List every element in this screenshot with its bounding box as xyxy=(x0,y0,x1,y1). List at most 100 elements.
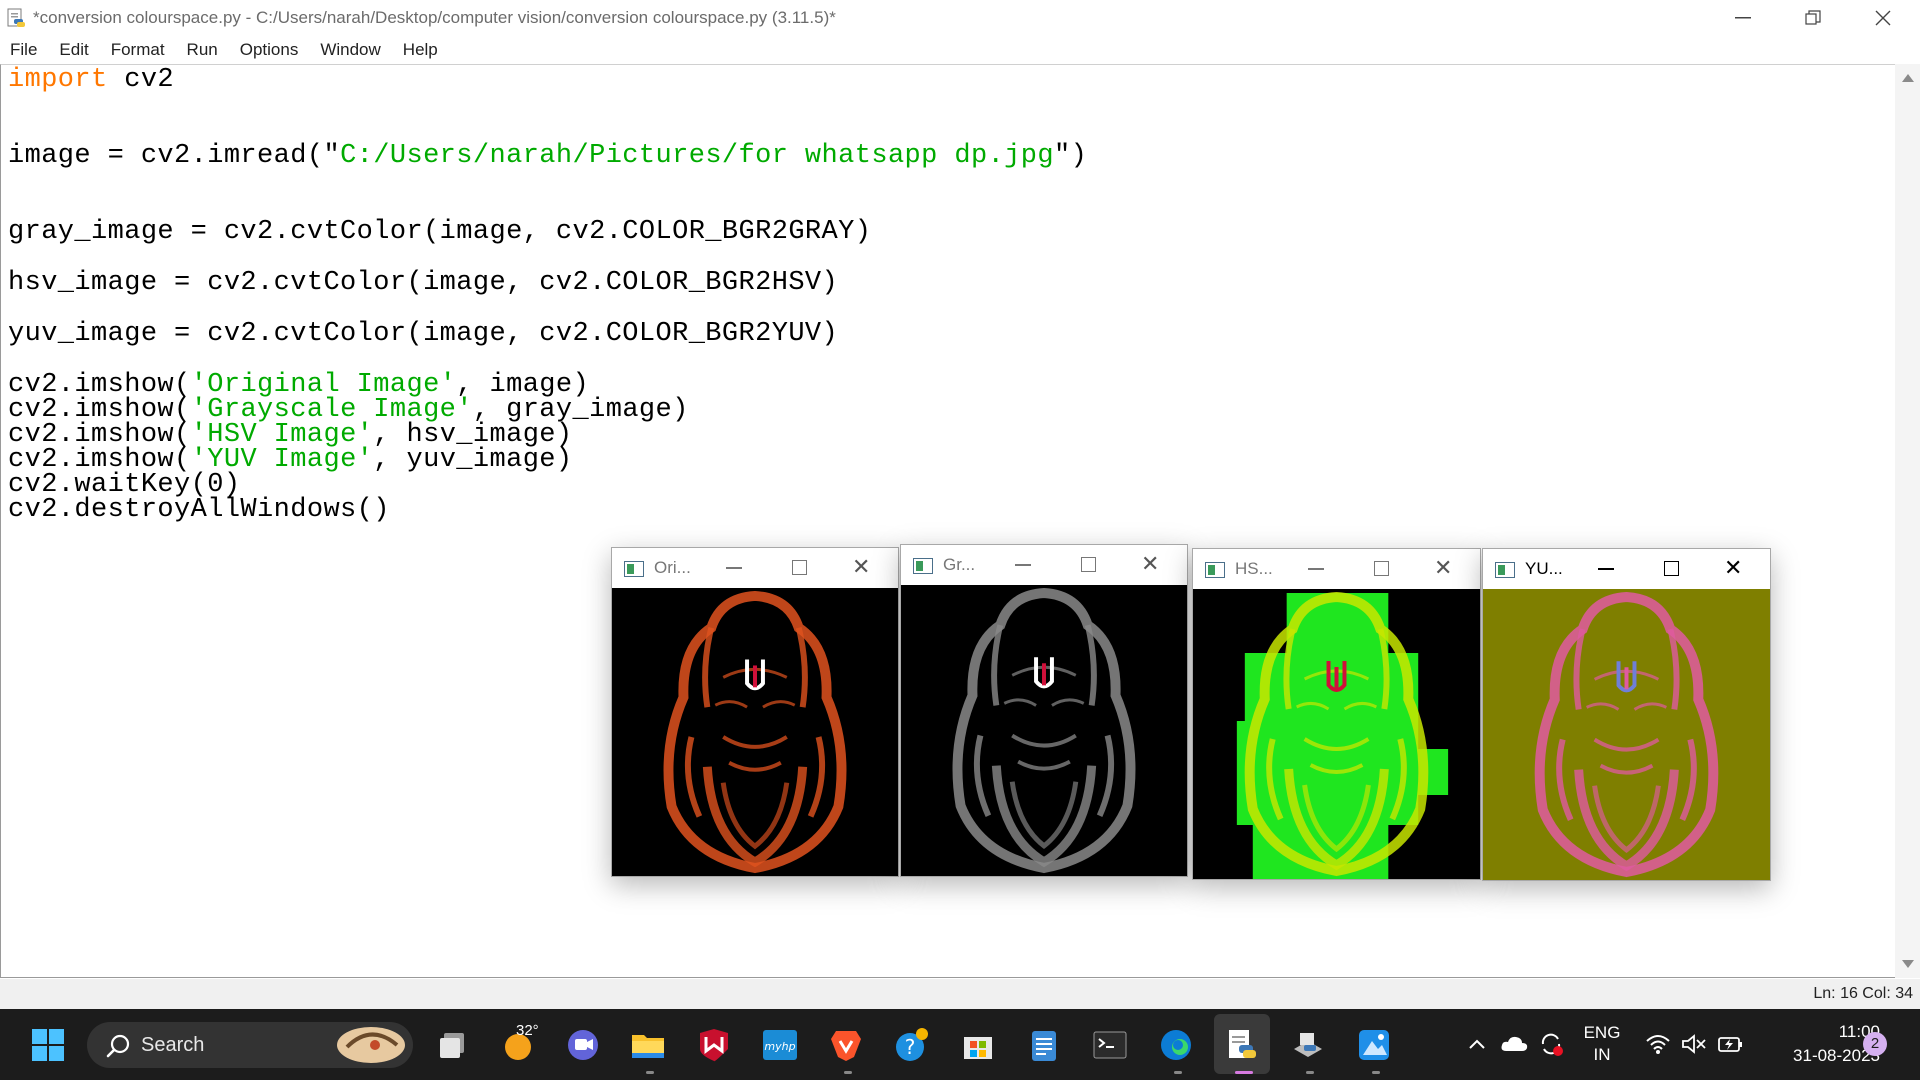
code-token: gray_image = cv2.cvtColor(image, cv2.COL… xyxy=(8,217,872,247)
clock-date[interactable]: 31-08-2023 xyxy=(1760,1046,1880,1066)
code-token: cv2.destroyAllWindows() xyxy=(8,495,390,525)
original-image-window[interactable]: Ori... ✕ xyxy=(611,547,899,877)
microsoft-store-icon[interactable] xyxy=(960,1027,996,1063)
title-bar: *conversion colourspace.py - C:/Users/na… xyxy=(0,0,1920,36)
scroll-down-arrow-icon[interactable] xyxy=(1902,960,1914,968)
code-line-9: hsv_image = cv2.cvtColor(image, cv2.COLO… xyxy=(8,268,838,298)
maximize-icon[interactable] xyxy=(1664,561,1679,576)
notification-badge[interactable]: 2 xyxy=(1863,1032,1887,1056)
code-token: yuv_image = cv2.cvtColor(image, cv2.COLO… xyxy=(8,319,839,349)
menu-window[interactable]: Window xyxy=(309,40,391,60)
minimize-icon[interactable] xyxy=(1015,564,1031,566)
speaker-muted-icon[interactable] xyxy=(1681,1033,1707,1055)
onedrive-cloud-icon[interactable] xyxy=(1500,1033,1528,1053)
image-window-titlebar: Gr... ✕ xyxy=(901,545,1187,585)
search-highlight-image-icon xyxy=(337,1027,405,1063)
language-indicator-bottom[interactable]: IN xyxy=(1582,1045,1622,1065)
clock-time[interactable]: 11:00 xyxy=(1760,1022,1880,1042)
brave-browser-icon[interactable] xyxy=(828,1027,864,1063)
menu-bar: File Edit Format Run Options Window Help xyxy=(0,36,449,64)
myhp-icon[interactable]: myhp xyxy=(762,1027,798,1063)
sync-icon[interactable] xyxy=(1538,1031,1564,1057)
restore-button[interactable] xyxy=(1778,0,1848,36)
python-idle-taskbar-icon[interactable] xyxy=(1224,1027,1260,1063)
image-window-title: Gr... xyxy=(943,555,976,574)
task-view-icon[interactable] xyxy=(434,1027,470,1063)
running-indicator xyxy=(646,1071,654,1074)
close-icon[interactable]: ✕ xyxy=(1724,558,1742,580)
battery-charging-icon[interactable] xyxy=(1716,1033,1744,1055)
yuv-image-canvas xyxy=(1483,589,1770,880)
yuv-image-window[interactable]: YU... ✕ xyxy=(1482,548,1771,881)
weather-temperature: 32° xyxy=(516,1022,539,1039)
menu-help[interactable]: Help xyxy=(392,40,449,60)
taskbar-search-box[interactable]: Search xyxy=(87,1022,413,1068)
language-indicator-top[interactable]: ENG xyxy=(1582,1023,1622,1043)
teams-chat-icon[interactable] xyxy=(565,1027,601,1063)
code-line-18: cv2.destroyAllWindows() xyxy=(8,495,390,525)
grayscale-face-illustration xyxy=(952,588,1136,874)
hsv-image-canvas xyxy=(1193,589,1480,879)
scroll-up-arrow-icon[interactable] xyxy=(1902,74,1914,82)
svg-text:?: ? xyxy=(905,1035,916,1059)
close-icon[interactable]: ✕ xyxy=(1141,554,1159,576)
hsv-face-illustration xyxy=(1236,591,1449,879)
code-line-11: yuv_image = cv2.cvtColor(image, cv2.COLO… xyxy=(8,319,838,349)
close-button[interactable] xyxy=(1848,0,1918,36)
close-icon[interactable]: ✕ xyxy=(852,557,870,579)
file-explorer-icon[interactable] xyxy=(630,1027,666,1063)
python-launcher-icon[interactable] xyxy=(1290,1027,1326,1063)
cursor-position: Ln: 16 Col: 34 xyxy=(1813,985,1913,1002)
python-idle-icon xyxy=(7,8,25,27)
get-help-icon[interactable]: ? xyxy=(894,1027,930,1063)
image-window-title: HS... xyxy=(1235,559,1273,578)
code-token: , yuv_image) xyxy=(373,445,573,475)
image-window-titlebar: Ori... ✕ xyxy=(612,548,898,588)
search-icon xyxy=(106,1034,130,1058)
grayscale-image-window[interactable]: Gr... ✕ xyxy=(900,544,1188,877)
active-indicator xyxy=(1235,1071,1253,1074)
opencv-window-icon xyxy=(624,561,644,577)
menu-edit[interactable]: Edit xyxy=(48,40,99,60)
restore-icon xyxy=(1805,10,1821,25)
image-window-title: YU... xyxy=(1525,559,1563,578)
windows-start-icon[interactable] xyxy=(30,1027,66,1063)
hsv-image-window[interactable]: HS... ✕ xyxy=(1192,548,1481,880)
running-indicator xyxy=(1174,1071,1182,1074)
wifi-icon[interactable] xyxy=(1645,1033,1671,1055)
terminal-icon[interactable] xyxy=(1092,1027,1128,1063)
original-face-illustration xyxy=(663,590,847,874)
photos-icon[interactable] xyxy=(1356,1027,1392,1063)
vertical-scrollbar[interactable] xyxy=(1895,64,1920,978)
code-line-4: image = cv2.imread("C:/Users/narah/Pictu… xyxy=(8,141,1087,171)
maximize-icon[interactable] xyxy=(1374,561,1389,576)
maximize-icon[interactable] xyxy=(1081,557,1096,572)
close-icon[interactable]: ✕ xyxy=(1434,558,1452,580)
minimize-icon[interactable] xyxy=(1308,568,1324,570)
menu-options[interactable]: Options xyxy=(229,40,310,60)
opencv-window-icon xyxy=(1205,562,1225,578)
show-hidden-icons-chevron-icon[interactable] xyxy=(1468,1037,1486,1051)
code-token: C:/Users/narah/Pictures/for whatsapp dp.… xyxy=(340,141,1054,171)
edge-browser-icon[interactable] xyxy=(1158,1027,1194,1063)
menu-run[interactable]: Run xyxy=(176,40,229,60)
notepad-icon[interactable] xyxy=(1026,1027,1062,1063)
running-indicator xyxy=(844,1071,852,1074)
notification-count: 2 xyxy=(1870,1035,1880,1052)
maximize-icon[interactable] xyxy=(792,560,807,575)
opencv-window-icon xyxy=(1495,562,1515,578)
menu-format[interactable]: Format xyxy=(100,40,176,60)
close-icon xyxy=(1875,10,1891,26)
minimize-icon[interactable] xyxy=(1598,568,1614,570)
code-token: cv2 xyxy=(107,65,175,95)
minimize-button[interactable] xyxy=(1708,0,1778,36)
original-image-canvas xyxy=(612,588,898,876)
mcafee-icon[interactable] xyxy=(696,1027,732,1063)
yuv-face-illustration xyxy=(1534,592,1719,878)
svg-text:myhp: myhp xyxy=(764,1040,795,1053)
menu-file[interactable]: File xyxy=(0,40,48,60)
search-label: Search xyxy=(141,1034,205,1056)
code-token: hsv_image = cv2.cvtColor(image, cv2.COLO… xyxy=(8,268,839,298)
image-window-titlebar: YU... ✕ xyxy=(1483,549,1770,589)
minimize-icon[interactable] xyxy=(726,567,742,569)
